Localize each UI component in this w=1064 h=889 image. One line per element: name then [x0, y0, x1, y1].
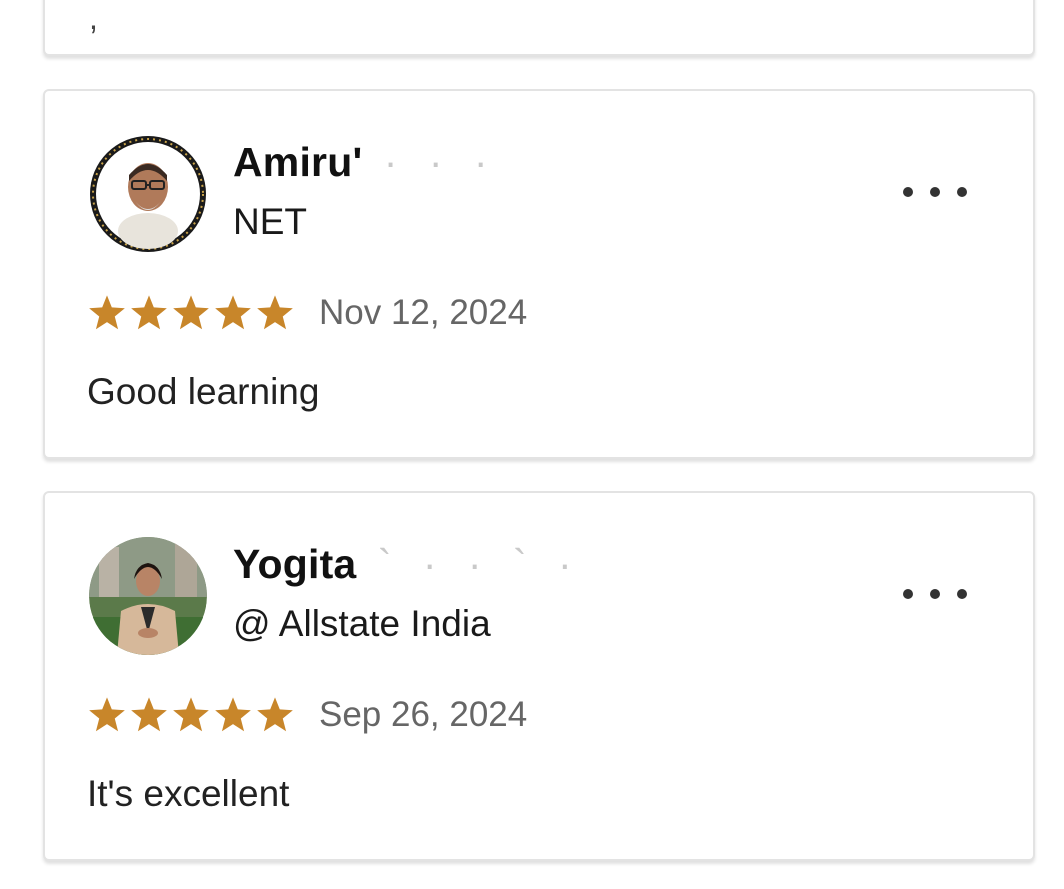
star-rating: [87, 294, 297, 332]
more-dot-icon: [930, 589, 940, 599]
star-icon: [131, 697, 167, 732]
star-icon: [215, 295, 251, 330]
rating-row: Nov 12, 2024: [87, 289, 527, 337]
avatar[interactable]: [89, 537, 207, 655]
more-dot-icon: [957, 589, 967, 599]
review-date: Nov 12, 2024: [319, 293, 528, 332]
more-options-button[interactable]: [903, 579, 967, 609]
review-date: Sep 26, 2024: [319, 695, 528, 734]
reviewer-name[interactable]: Yogita ` · · ` ·: [233, 541, 582, 588]
more-dot-icon: [903, 589, 913, 599]
reviewer-headline: NET: [233, 201, 307, 242]
star-icon: [215, 697, 251, 732]
star-icon: [131, 295, 167, 330]
star-icon: [173, 697, 209, 732]
review-card: Amiru' · · · NET Nov 12, 2024 Good learn…: [43, 89, 1035, 459]
avatar-man-photo: [90, 136, 206, 252]
more-dot-icon: [903, 187, 913, 197]
star-icon: [89, 295, 125, 330]
reviewer-name-obscured: ` · · ` ·: [356, 541, 582, 587]
star-icon: [89, 697, 125, 732]
reviewer-name[interactable]: Amiru' · · ·: [233, 139, 498, 186]
more-options-button[interactable]: [903, 177, 967, 207]
reviewer-name-obscured: · · ·: [362, 139, 498, 185]
previous-review-text-fragment: ,: [89, 0, 98, 36]
star-icon: [173, 295, 209, 330]
star-rating: [87, 696, 297, 734]
star-icon: [257, 697, 293, 732]
rating-row: Sep 26, 2024: [87, 691, 527, 739]
more-dot-icon: [930, 187, 940, 197]
previous-review-card: ,: [43, 0, 1035, 56]
review-text: Good learning: [87, 371, 320, 412]
reviewer-headline: @ Allstate India: [233, 603, 491, 644]
more-dot-icon: [957, 187, 967, 197]
review-text: It's excellent: [87, 773, 290, 814]
avatar[interactable]: [89, 135, 207, 253]
avatar-woman-photo: [89, 537, 207, 655]
review-card: Yogita ` · · ` · @ Allstate India Sep 26…: [43, 491, 1035, 861]
star-icon: [257, 295, 293, 330]
